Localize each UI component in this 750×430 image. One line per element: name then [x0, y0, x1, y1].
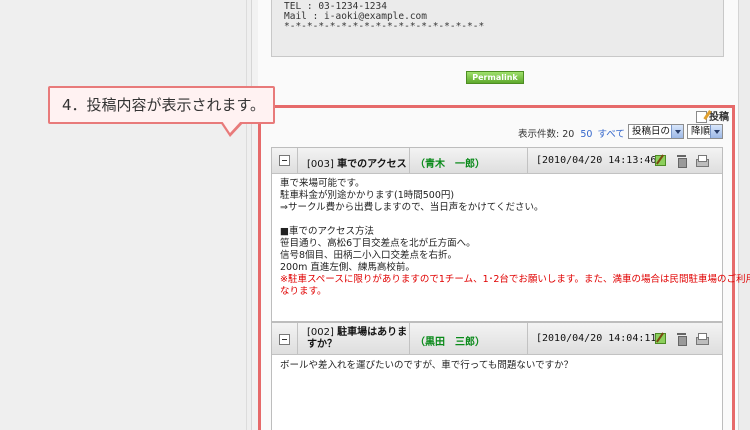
permalink-button[interactable]: Permalink: [466, 71, 524, 84]
post-title-text: すか？: [307, 339, 337, 350]
post-date: [2010/04/20 14:04:11]: [536, 333, 663, 344]
post-number: [003]: [307, 159, 334, 170]
post-title: [002] 駐車場はありま すか？: [307, 327, 407, 351]
post-number: [002]: [307, 327, 334, 338]
post-author: （黒田 三郎）: [415, 337, 485, 348]
chevron-down-icon: [671, 125, 683, 138]
post-003: [003] 車でのアクセス （青木 一郎） [2010/04/20 14:13:…: [271, 147, 750, 322]
sort-by-value: 投稿日の: [632, 126, 671, 137]
header-divider: [409, 323, 410, 355]
collapse-toggle-icon[interactable]: [279, 334, 290, 345]
display-count-label: 表示件数: 20: [518, 129, 575, 140]
sort-order-select[interactable]: 降順: [687, 124, 723, 139]
header-divider: [527, 323, 528, 355]
callout-tail-inner: [222, 121, 241, 133]
post-title-text: 車でのアクセス: [337, 159, 407, 170]
header-divider: [297, 323, 298, 355]
count-50-link[interactable]: 50: [580, 129, 592, 140]
delete-icon[interactable]: [674, 155, 687, 168]
post-body: ボールや差入れを運びたいのですが、車で行っても問題ないですか？: [280, 360, 573, 372]
post-title: [003] 車でのアクセス: [307, 155, 407, 170]
collapse-toggle-icon[interactable]: [279, 155, 290, 166]
panel-divider: [246, 0, 247, 430]
post-date: [2010/04/20 14:13:46]: [536, 155, 663, 166]
post-icon: [696, 111, 707, 123]
body-line: 200m 直進左側、練馬高校前。: [280, 262, 415, 273]
post-button-label: 投稿: [709, 112, 729, 123]
delete-icon[interactable]: [674, 333, 687, 346]
print-icon[interactable]: [696, 333, 709, 345]
body-line: なります。: [280, 286, 327, 297]
body-line: 信号8個目、田柄二小入口交差点を右折。: [280, 250, 458, 261]
post-002: [002] 駐車場はありま すか？ （黒田 三郎） [2010/04/20 14:…: [271, 322, 723, 430]
body-line: 笹目通り、高松6丁目交差点を北が丘方面へ。: [280, 238, 476, 249]
header-divider: [527, 148, 528, 174]
body-line: ■車でのアクセス方法: [280, 226, 375, 237]
post-title-text: 駐車場はありま: [337, 327, 408, 338]
body-line: ボールや差入れを運びたいのですが、車で行っても問題ないですか？: [280, 360, 574, 371]
header-divider: [409, 148, 410, 174]
profile-divider: *-*-*-*-*-*-*-*-*-*-*-*-*-*-*-*-*-*: [284, 21, 485, 32]
display-count-row: 表示件数: 20 50 すべて: [518, 126, 625, 140]
sort-order-value: 降順: [691, 126, 711, 137]
post-header: [002] 駐車場はありま すか？ （黒田 三郎） [2010/04/20 14:…: [272, 323, 722, 355]
body-line: 車で来場可能です。: [280, 178, 365, 189]
post-header: [003] 車でのアクセス （青木 一郎） [2010/04/20 14:13:…: [272, 148, 722, 174]
left-panel: [0, 0, 252, 430]
body-line: ⇒サークル費から出費しますので、当日声をかけてください。: [280, 202, 544, 213]
header-divider: [297, 148, 298, 174]
count-all-link[interactable]: すべて: [597, 129, 624, 140]
post-body: 車で来場可能です。 駐車料金が別途かかります(1時間500円) ⇒サークル費から…: [280, 178, 750, 298]
edit-icon[interactable]: [655, 333, 666, 344]
body-line: ※駐車スペースに限りがありますので1チーム、1･2台でお願いします。また、満車の…: [280, 274, 750, 285]
sort-by-select[interactable]: 投稿日の: [628, 124, 684, 139]
body-line: [280, 214, 750, 226]
edit-icon[interactable]: [655, 155, 666, 166]
callout-box: 4．投稿内容が表示されます。: [48, 86, 275, 124]
print-icon[interactable]: [696, 155, 709, 167]
body-line: 駐車料金が別途かかります(1時間500円): [280, 190, 455, 201]
chevron-down-icon: [710, 125, 722, 138]
post-author: （青木 一郎）: [415, 159, 485, 170]
profile-box: TEL : 03-1234-1234 Mail : i-aoki@example…: [271, 0, 724, 57]
post-button[interactable]: 投稿: [696, 108, 729, 123]
